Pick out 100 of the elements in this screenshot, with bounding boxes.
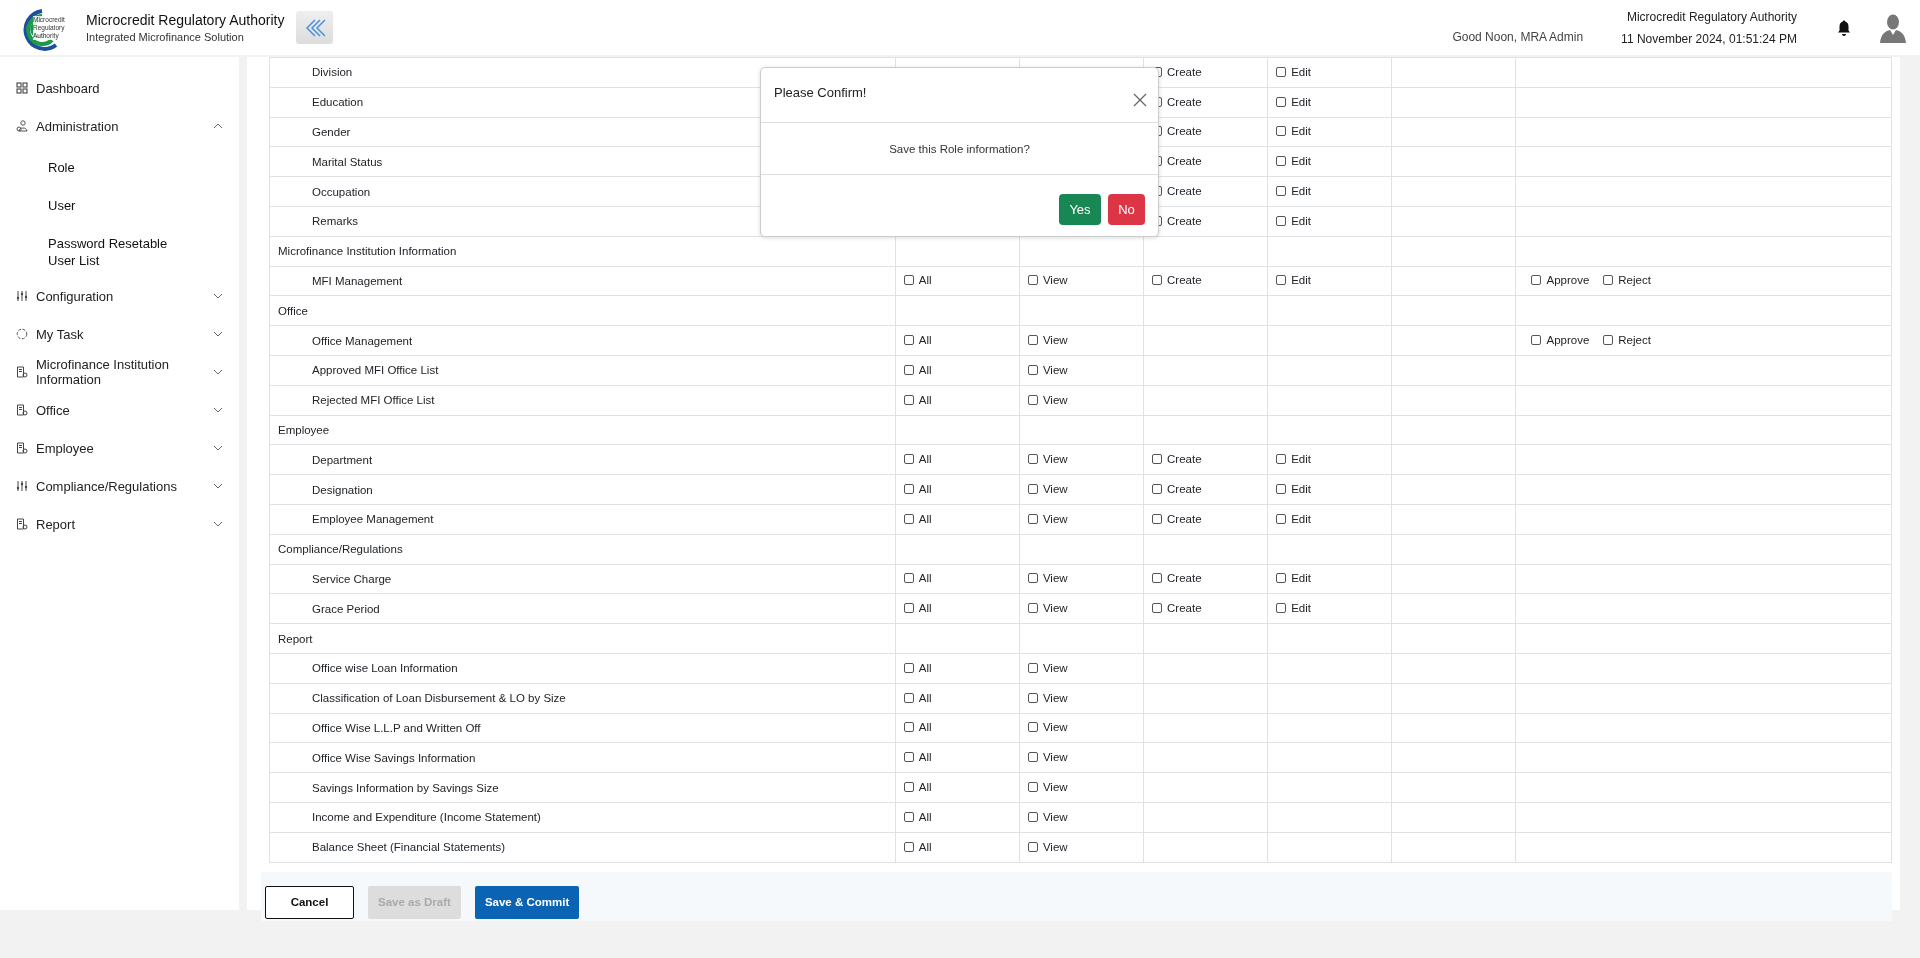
sidebar-menu-item[interactable]: Report	[0, 505, 239, 543]
permission-checkbox[interactable]: All	[903, 721, 932, 734]
permission-checkbox[interactable]: All	[903, 661, 932, 674]
permission-checkbox[interactable]: Reject	[1603, 334, 1651, 347]
permission-checkbox[interactable]: View	[1027, 393, 1068, 406]
sliders-icon	[16, 480, 28, 492]
permission-checkbox[interactable]: Create	[1152, 274, 1202, 287]
user-avatar-icon[interactable]	[1878, 12, 1908, 43]
sidebar-menu-item[interactable]: Employee	[0, 429, 239, 467]
sidebar-menu-item[interactable]: Configuration	[0, 277, 239, 315]
permission-checkbox[interactable]: View	[1027, 661, 1068, 674]
permission-checkbox[interactable]: All	[903, 393, 932, 406]
collapse-sidebar-button[interactable]	[296, 11, 334, 44]
permission-name: Classification of Loan Disbursement & LO by Size	[269, 683, 896, 714]
permission-checkbox[interactable]: View	[1027, 691, 1068, 704]
permission-checkbox[interactable]: Edit	[1276, 65, 1311, 78]
save-commit-button[interactable]: Save & Commit	[474, 885, 580, 919]
permission-checkbox[interactable]: View	[1027, 512, 1068, 525]
permission-checkbox[interactable]: All	[903, 602, 932, 615]
permission-checkbox[interactable]: All	[903, 572, 932, 585]
permission-name: Office wise Loan Information	[269, 653, 896, 684]
app-subtitle: Integrated Microfinance Solution	[86, 31, 245, 43]
permission-checkbox[interactable]: Create	[1152, 572, 1202, 585]
sidebar-menu-item[interactable]: Microfinance Institution Information	[0, 353, 239, 391]
permission-name: Service Charge	[269, 564, 896, 594]
permission-checkbox[interactable]: All	[903, 512, 932, 525]
date-time: 11 November 2024, 01:51:24 PM	[1621, 31, 1797, 46]
permission-checkbox[interactable]: Create	[1152, 512, 1202, 525]
permission-checkbox[interactable]: Edit	[1276, 95, 1311, 108]
permission-checkbox[interactable]: All	[903, 810, 932, 823]
notification-bell-icon[interactable]	[1835, 18, 1853, 37]
permission-checkbox[interactable]: All	[903, 691, 932, 704]
section-heading: Report	[269, 623, 896, 654]
permission-checkbox[interactable]: Edit	[1276, 572, 1311, 585]
sidebar-subitem[interactable]: Role	[0, 149, 239, 187]
sidebar-menu-item[interactable]: Compliance/Regulations	[0, 467, 239, 505]
permission-checkbox[interactable]: View	[1027, 781, 1068, 793]
permission-checkbox[interactable]: View	[1027, 840, 1068, 853]
yes-button[interactable]: Yes	[1059, 194, 1101, 225]
permission-checkbox[interactable]: Edit	[1276, 512, 1311, 525]
permission-name: Office Wise L.L.P and Written Off	[269, 713, 896, 743]
permission-checkbox[interactable]: Edit	[1276, 602, 1311, 615]
permission-checkbox[interactable]: All	[903, 781, 932, 793]
document-icon	[16, 518, 28, 530]
permission-name: Balance Sheet (Financial Statements)	[269, 832, 896, 862]
dashed-circle-icon	[16, 328, 28, 340]
permission-checkbox[interactable]: All	[903, 334, 932, 347]
permission-checkbox[interactable]: View	[1027, 274, 1068, 287]
organization-name: Microcredit Regulatory Authority	[1626, 9, 1797, 24]
close-button[interactable]	[1133, 93, 1147, 107]
sidebar-menu-item[interactable]: My Task	[0, 315, 239, 353]
permission-checkbox[interactable]: View	[1027, 363, 1068, 376]
permission-checkbox[interactable]: View	[1027, 572, 1068, 585]
sidebar-menu-item[interactable]: Office	[0, 391, 239, 429]
permission-checkbox[interactable]: Create	[1152, 602, 1202, 615]
permission-checkbox[interactable]: All	[903, 483, 932, 496]
section-heading: Compliance/Regulations	[269, 534, 896, 565]
permission-checkbox[interactable]: Create	[1152, 453, 1202, 466]
sidebar-subitem[interactable]: Password Resetable User List	[0, 225, 239, 269]
permission-checkbox[interactable]: Edit	[1276, 155, 1311, 168]
permission-checkbox[interactable]: Edit	[1276, 453, 1311, 466]
sidebar-subitem[interactable]: User	[0, 187, 239, 225]
sidebar-link[interactable]: Dashboard	[0, 69, 239, 107]
permission-checkbox[interactable]: All	[903, 751, 932, 764]
close-icon	[1133, 93, 1147, 107]
permission-checkbox[interactable]: View	[1027, 602, 1068, 615]
permission-name: Rejected MFI Office List	[269, 385, 896, 416]
permission-checkbox[interactable]: Edit	[1276, 483, 1311, 496]
permission-checkbox[interactable]: Edit	[1276, 185, 1311, 198]
double-chevron-left-icon	[303, 17, 326, 38]
permission-checkbox[interactable]: Create	[1152, 483, 1202, 496]
dialog-title: Please Confirm!	[774, 85, 867, 100]
permission-checkbox[interactable]: All	[903, 363, 932, 376]
greeting-text: Good Noon, MRA Admin	[1452, 30, 1584, 44]
permission-name: Office Wise Savings Information	[269, 742, 896, 773]
document-icon	[16, 442, 28, 454]
section-heading: Employee	[269, 415, 896, 445]
permission-checkbox[interactable]: View	[1027, 453, 1068, 466]
permission-checkbox[interactable]: Edit	[1276, 214, 1311, 227]
permission-checkbox[interactable]: View	[1027, 810, 1068, 823]
permission-checkbox[interactable]: Approve	[1531, 274, 1590, 287]
permission-checkbox[interactable]: Edit	[1276, 274, 1311, 287]
permission-checkbox[interactable]: All	[903, 453, 932, 466]
permission-checkbox[interactable]: View	[1027, 721, 1068, 734]
permission-checkbox[interactable]: All	[903, 274, 932, 287]
permission-checkbox[interactable]: Edit	[1276, 125, 1311, 138]
permission-checkbox[interactable]: Reject	[1603, 274, 1651, 287]
permission-checkbox[interactable]: View	[1027, 483, 1068, 496]
cancel-button[interactable]: Cancel	[265, 885, 354, 919]
permission-name: Approved MFI Office List	[269, 355, 896, 386]
permission-checkbox[interactable]: View	[1027, 751, 1068, 764]
no-button[interactable]: No	[1108, 194, 1145, 225]
permission-checkbox[interactable]: All	[903, 840, 932, 853]
permission-name: Grace Period	[269, 593, 896, 624]
permission-name: Department	[269, 444, 896, 475]
sidebar-menu-item[interactable]: Administration	[0, 107, 239, 145]
permission-checkbox[interactable]: Approve	[1531, 334, 1590, 347]
permission-checkbox[interactable]: View	[1027, 334, 1068, 347]
app-title: Microcredit Regulatory Authority	[86, 12, 285, 28]
permission-name: Income and Expenditure (Income Statement)	[269, 802, 896, 833]
